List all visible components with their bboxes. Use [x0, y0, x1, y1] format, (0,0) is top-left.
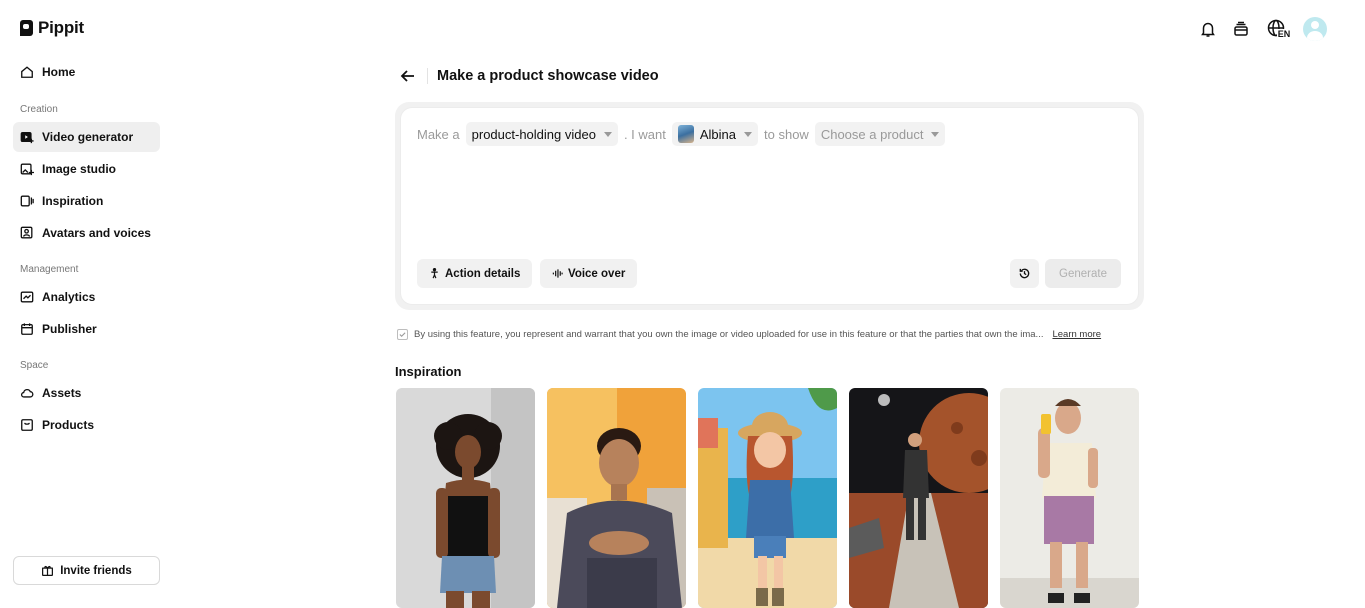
cloud-icon: [20, 388, 34, 398]
section-label-creation: Creation: [20, 104, 58, 115]
sidebar-item-label: Image studio: [42, 162, 117, 176]
sidebar-item-label: Inspiration: [42, 194, 104, 208]
inspiration-card[interactable]: [849, 388, 988, 608]
sidebar-item-label: Assets: [42, 386, 82, 400]
voice-over-button[interactable]: Voice over: [540, 259, 638, 288]
back-arrow-icon[interactable]: [399, 67, 417, 85]
inspiration-icon: [20, 195, 34, 207]
sidebar-item-video-generator[interactable]: Video generator: [13, 122, 160, 152]
chevron-down-icon: [603, 131, 612, 137]
app-name: Pippit: [38, 18, 85, 37]
inspiration-thumbnail: [547, 388, 686, 608]
sidebar-item-image-studio[interactable]: Image studio: [13, 154, 160, 184]
voice-over-label: Voice over: [568, 267, 626, 280]
calendar-icon: [21, 323, 33, 335]
prompt-suffix: to show: [764, 126, 809, 142]
gift-icon: [42, 565, 54, 576]
image-plus-icon: [20, 163, 34, 176]
inspiration-card[interactable]: [698, 388, 837, 608]
person-action-icon: [431, 268, 438, 279]
language-globe-icon[interactable]: EN: [1264, 19, 1292, 39]
product-dropdown[interactable]: Choose a product: [814, 122, 946, 146]
sidebar-item-products[interactable]: Products: [13, 410, 160, 440]
prompt-prefix: Make a: [417, 126, 460, 142]
product-box-icon: [21, 419, 33, 431]
title-divider: [427, 68, 428, 84]
video-plus-icon: [20, 131, 34, 144]
consent-checkbox[interactable]: [397, 329, 408, 340]
sidebar-item-inspiration[interactable]: Inspiration: [13, 186, 160, 216]
avatar-name: Albina: [699, 126, 737, 142]
sidebar-item-label: Analytics: [42, 290, 96, 304]
section-label-space: Space: [20, 360, 49, 371]
sidebar-item-avatars-and-voices[interactable]: Avatars and voices: [13, 218, 160, 248]
video-type-value: product-holding video: [471, 126, 596, 142]
consent-notice: By using this feature, you represent and…: [397, 329, 1101, 340]
invite-friends-label: Invite friends: [60, 564, 132, 577]
action-details-button[interactable]: Action details: [417, 259, 533, 288]
consent-text: By using this feature, you represent and…: [414, 329, 1044, 340]
user-avatar[interactable]: [1303, 17, 1327, 41]
sidebar: Pippit Home Creation Video generator Ima…: [0, 0, 175, 608]
credits-icon[interactable]: [1231, 19, 1251, 39]
header-actions: EN: [1198, 17, 1327, 41]
section-label-management: Management: [20, 264, 79, 275]
pippit-logo-icon: [20, 20, 33, 36]
prompt-card[interactable]: Make a product-holding video . I want Al…: [401, 108, 1138, 304]
sidebar-item-assets[interactable]: Assets: [13, 378, 160, 408]
sidebar-item-home[interactable]: Home: [13, 57, 160, 87]
check-icon: [399, 332, 406, 338]
inspiration-thumbnail: [849, 388, 988, 608]
sidebar-item-analytics[interactable]: Analytics: [13, 282, 160, 312]
chevron-down-icon: [931, 131, 940, 137]
inspiration-card[interactable]: [547, 388, 686, 608]
sidebar-item-label: Avatars and voices: [42, 226, 151, 240]
analytics-icon: [20, 291, 34, 303]
generate-button[interactable]: Generate: [1045, 259, 1121, 288]
inspiration-thumbnail: [698, 388, 837, 608]
history-icon: [1019, 268, 1030, 279]
sidebar-item-label: Products: [42, 418, 95, 432]
invite-friends-button[interactable]: Invite friends: [13, 556, 160, 585]
home-icon: [21, 66, 33, 78]
inspiration-thumbnail: [396, 388, 535, 608]
inspiration-card[interactable]: [396, 388, 535, 608]
sidebar-item-label: Publisher: [42, 322, 97, 336]
avatar-icon: [20, 226, 33, 239]
sidebar-item-publisher[interactable]: Publisher: [13, 314, 160, 344]
inspiration-thumbnail: [1000, 388, 1139, 608]
sidebar-item-label: Video generator: [42, 130, 134, 144]
history-button[interactable]: [1010, 259, 1039, 288]
avatar-dropdown[interactable]: Albina: [671, 122, 759, 146]
product-placeholder: Choose a product: [820, 126, 924, 142]
notification-bell-icon[interactable]: [1198, 19, 1218, 39]
avatar-thumbnail: [677, 125, 694, 143]
app-logo[interactable]: Pippit: [20, 18, 84, 38]
sidebar-item-label: Home: [42, 65, 76, 79]
learn-more-link[interactable]: Learn more: [1052, 329, 1101, 340]
action-details-label: Action details: [445, 267, 521, 280]
video-type-dropdown[interactable]: product-holding video: [465, 122, 618, 146]
page-title: Make a product showcase video: [437, 68, 659, 84]
inspiration-heading: Inspiration: [395, 364, 462, 379]
inspiration-card[interactable]: [1000, 388, 1139, 608]
chevron-down-icon: [744, 131, 753, 137]
prompt-sentence: Make a product-holding video . I want Al…: [417, 122, 946, 146]
language-code: EN: [1276, 29, 1292, 39]
prompt-middle: . I want: [623, 126, 666, 142]
inspiration-gallery: [396, 388, 1139, 608]
waveform-icon: [552, 269, 563, 278]
